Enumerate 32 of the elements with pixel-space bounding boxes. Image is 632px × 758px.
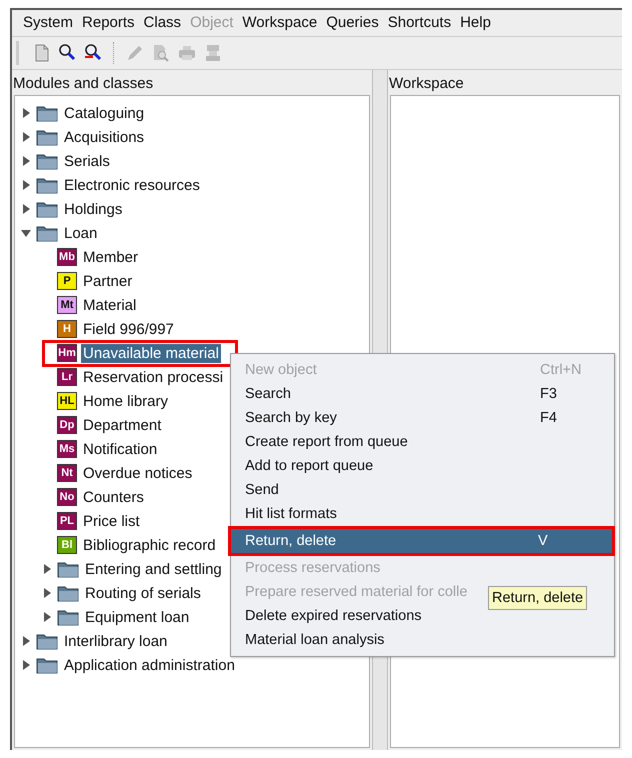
class-badge: Lr	[57, 368, 77, 386]
class-badge: Bl	[57, 536, 77, 554]
menu-item-label: New object	[245, 362, 318, 378]
menu-item-label: Process reservations	[245, 560, 380, 576]
menu-item-label: Return, delete	[245, 533, 338, 549]
menu-item-label: Send	[245, 482, 279, 498]
class-badge: Dp	[57, 416, 77, 434]
class-badge: Mt	[57, 296, 77, 314]
shortcut-label: F3	[540, 386, 558, 402]
panel-title: Workspace	[388, 74, 465, 94]
class-badge: HL	[57, 392, 77, 410]
tooltip: Return, delete	[488, 586, 588, 610]
shortcut-label: V	[538, 533, 549, 549]
class-badge: PL	[57, 512, 77, 530]
menu-item-label: Search by key	[245, 410, 338, 426]
shortcut-label: Ctrl+N	[540, 362, 582, 378]
shortcut-label: F4	[540, 410, 558, 426]
menu-item-label: Delete expired reservations	[245, 608, 422, 624]
class-badge: Ms	[57, 440, 77, 458]
class-badge: No	[57, 488, 77, 506]
menu-item-label: Create report from queue	[245, 434, 408, 450]
panel-title: Modules and classes	[12, 74, 154, 94]
menu-item-label: Search	[245, 386, 292, 402]
menu-item-label: Material loan analysis	[245, 632, 384, 648]
menu-item-label: Add to report queue	[245, 458, 374, 474]
class-badge: Mb	[57, 248, 77, 266]
class-badge: Hm	[57, 344, 77, 362]
menu-item-label: Hit list formats	[245, 506, 337, 522]
class-badge: Nt	[57, 464, 77, 482]
class-badge: H	[57, 320, 77, 338]
class-badge: P	[57, 272, 77, 290]
menu-item-label: Prepare reserved material for colle	[245, 584, 468, 600]
